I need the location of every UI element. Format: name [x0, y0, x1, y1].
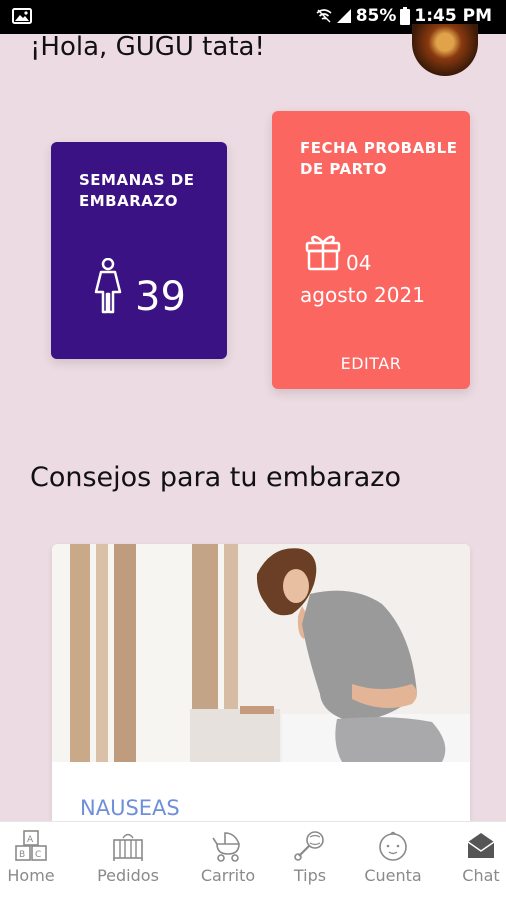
clock-time: 1:45 PM: [414, 6, 492, 26]
due-date-label: FECHA PROBABLE DE PARTO: [300, 139, 458, 178]
svg-text:C: C: [35, 850, 41, 860]
nav-home-label: Home: [7, 866, 55, 885]
due-date-month-year: agosto 2021: [300, 283, 425, 307]
nav-pedidos-label: Pedidos: [97, 866, 159, 885]
gift-icon: [305, 235, 341, 271]
nav-tips-label: Tips: [293, 866, 327, 885]
avatar[interactable]: [412, 24, 478, 76]
due-date-day: 04: [346, 251, 372, 275]
greeting-title: ¡Hola, GUGU tata!: [30, 32, 265, 62]
battery-icon: [400, 7, 411, 25]
nav-chat-label: Chat: [462, 866, 500, 885]
pregnancy-weeks-card: SEMANAS DE EMBARAZO 39: [51, 142, 227, 359]
signal-icon: [336, 9, 351, 23]
nav-pedidos[interactable]: Pedidos: [88, 830, 168, 885]
pregnancy-weeks-value: 39: [135, 274, 186, 320]
crib-icon: [113, 833, 143, 861]
nav-cuenta[interactable]: Cuenta: [353, 830, 433, 885]
nav-cuenta-label: Cuenta: [364, 866, 422, 885]
wifi-off-icon: [316, 9, 332, 23]
nav-chat[interactable]: Chat: [441, 830, 506, 885]
tip-card-title: NAUSEAS: [80, 796, 180, 820]
stroller-icon: [212, 832, 240, 862]
pregnancy-weeks-label: SEMANAS DE EMBARAZO: [79, 171, 195, 210]
svg-text:A: A: [27, 835, 34, 845]
woman-icon: [94, 258, 122, 314]
due-date-card: FECHA PROBABLE DE PARTO 04 agosto 2021 E…: [272, 111, 470, 389]
edit-due-date-button[interactable]: EDITAR: [272, 354, 470, 373]
envelope-icon: [467, 833, 495, 858]
battery-percent: 85%: [355, 6, 397, 26]
tip-card[interactable]: NAUSEAS: [52, 544, 470, 844]
gallery-notification-icon: [12, 8, 32, 24]
nav-carrito-label: Carrito: [200, 866, 256, 885]
nav-carrito[interactable]: Carrito: [188, 830, 268, 885]
svg-text:B: B: [19, 850, 25, 860]
blocks-icon: A B C: [15, 830, 47, 861]
nav-home[interactable]: A B C Home: [0, 830, 71, 885]
baby-face-icon: [379, 831, 407, 861]
tips-section-title: Consejos para tu embarazo: [30, 462, 401, 493]
rattle-icon: [294, 831, 324, 861]
nav-tips[interactable]: Tips: [270, 830, 350, 885]
tip-photo: [52, 544, 470, 762]
bottom-navigation: A B C Home Pedidos Carrito Tips Cuenta C…: [0, 821, 506, 901]
